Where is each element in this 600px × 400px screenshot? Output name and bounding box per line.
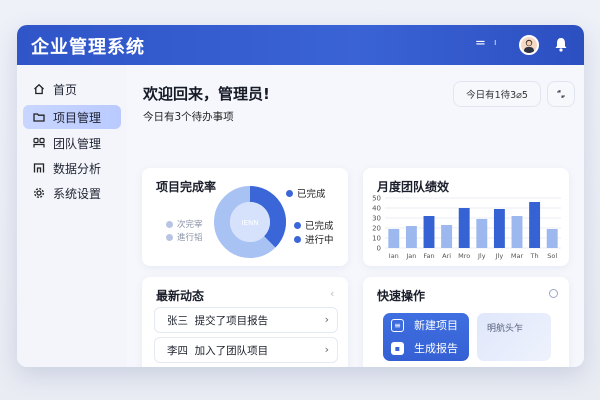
legend-item: 已完成: [286, 186, 326, 200]
app-title: 企业管理系统: [31, 37, 145, 58]
top-header: 企业管理系统 = ı: [17, 25, 584, 65]
bar: [529, 202, 541, 248]
x-tick-label: Th: [530, 252, 539, 260]
bar: [388, 229, 400, 248]
generate-report-button[interactable]: ▪ 生成报告: [383, 337, 469, 359]
feed-row-text: 张三 提交了项目报告: [167, 314, 269, 327]
avatar[interactable]: [519, 35, 539, 55]
sidebar: 首页 项目管理 团队管理 数据分析 系统设置: [17, 65, 127, 367]
main-content: 欢迎回来，管理员! 今日有3个待办事项 今日有1待3⌀5 项目完成率 IENN …: [127, 65, 584, 367]
doc-icon: ▪: [391, 341, 404, 355]
sidebar-item-projects[interactable]: 项目管理: [23, 105, 121, 129]
y-tick-label: 0: [377, 245, 381, 253]
donut-center-label: IENN: [242, 219, 259, 227]
bar: [546, 229, 558, 248]
swap-icon[interactable]: [547, 81, 575, 107]
button-label: 生成报告: [414, 342, 458, 355]
x-tick-label: Fan: [423, 252, 434, 260]
card-title: 最新动态: [156, 289, 205, 303]
bar: [405, 226, 417, 248]
chevron-left-icon[interactable]: ‹: [330, 287, 334, 300]
completion-donut: IENN: [214, 186, 286, 258]
y-tick-label: 50: [372, 195, 381, 203]
legend-item: 进行中: [294, 232, 334, 246]
y-tick-label: 10: [372, 235, 381, 243]
analytics-icon: [33, 163, 45, 173]
chevron-right-icon: ›: [324, 343, 329, 356]
legend-item: 進行韬: [166, 231, 203, 243]
team-performance-card: 月度团队绩效 0 10 20 30 40 50 Ian Jan Fan Ari Mro Jly Jly M…: [363, 168, 569, 266]
bar: [476, 219, 488, 248]
x-tick-label: Jly: [495, 252, 504, 260]
team-icon: [33, 137, 45, 148]
gear-icon: [34, 188, 44, 198]
project-completion-card: 项目完成率 IENN 已完成 已完成 进行中 次完宰 進行韬: [142, 168, 348, 266]
y-tick-label: 30: [372, 215, 381, 223]
activity-feed-card: 最新动态 ‹ 张三 提交了项目报告 › 李四 加入了团队项目 ›: [142, 277, 348, 367]
sidebar-item-analytics[interactable]: 数据分析: [23, 156, 121, 180]
feed-row-text: 李四 加入了团队项目: [167, 344, 269, 357]
sidebar-item-label: 首页: [53, 82, 78, 97]
folder-icon: [33, 113, 45, 122]
x-tick-label: Mro: [458, 252, 470, 260]
welcome-heading: 欢迎回来，管理员!: [143, 85, 270, 103]
card-title: 快速操作: [377, 289, 426, 303]
date-pill[interactable]: 今日有1待3⌀5: [453, 81, 541, 107]
side-action-label: 明航头乍: [487, 324, 524, 334]
bar: [423, 216, 435, 248]
y-tick-label: 20: [372, 225, 381, 233]
feed-row[interactable]: 张三 提交了项目报告 ›: [154, 307, 338, 333]
card-title: 项目完成率: [156, 180, 217, 194]
side-action-panel[interactable]: 明航头乍: [477, 313, 551, 361]
quick-actions-card: 快速操作 ≡ 新建项目 ▪ 生成报告 明航头乍: [363, 277, 569, 367]
y-tick-label: 40: [372, 205, 381, 213]
feed-row[interactable]: 李四 加入了团队项目 ›: [154, 337, 338, 363]
sidebar-item-label: 数据分析: [53, 161, 102, 176]
x-tick-label: Jly: [477, 252, 486, 260]
header-marker-icon[interactable]: ı: [494, 38, 497, 48]
chevron-right-icon: ›: [324, 313, 329, 326]
legend-item: 次完宰: [166, 218, 203, 230]
x-tick-label: Jan: [405, 252, 416, 260]
bar: [511, 216, 523, 248]
x-tick-label: Ian: [389, 252, 399, 260]
bell-icon[interactable]: [554, 37, 568, 56]
app-window: 企业管理系统 = ı 首页 项目管理 团队管理 数据分析 系统设置 欢迎回来，管…: [17, 25, 584, 367]
sidebar-item-label: 团队管理: [53, 136, 102, 151]
sidebar-item-label: 项目管理: [53, 110, 102, 125]
legend-item: 已完成: [294, 218, 334, 232]
list-icon: ≡: [391, 318, 404, 332]
x-tick-label: Sol: [547, 252, 557, 260]
sidebar-item-label: 系统设置: [53, 186, 102, 201]
bar: [458, 208, 470, 248]
sidebar-item-settings[interactable]: 系统设置: [23, 181, 121, 205]
team-performance-chart: 0 10 20 30 40 50 Ian Jan Fan Ari Mro Jly Jly Mar Th Sol: [372, 195, 561, 260]
sidebar-item-team[interactable]: 团队管理: [23, 131, 121, 155]
bar: [441, 225, 453, 248]
todo-summary: 今日有3个待办事项: [143, 111, 234, 123]
x-tick-label: Mar: [511, 252, 524, 260]
x-tick-label: Ari: [442, 252, 451, 260]
status-circle-icon[interactable]: [549, 289, 558, 298]
menu-toggle-icon[interactable]: =: [475, 36, 486, 51]
home-icon: [34, 83, 44, 95]
button-label: 新建项目: [414, 319, 458, 332]
new-project-button[interactable]: ≡ 新建项目: [383, 314, 469, 336]
sidebar-item-home[interactable]: 首页: [23, 77, 121, 101]
bar: [493, 209, 505, 248]
